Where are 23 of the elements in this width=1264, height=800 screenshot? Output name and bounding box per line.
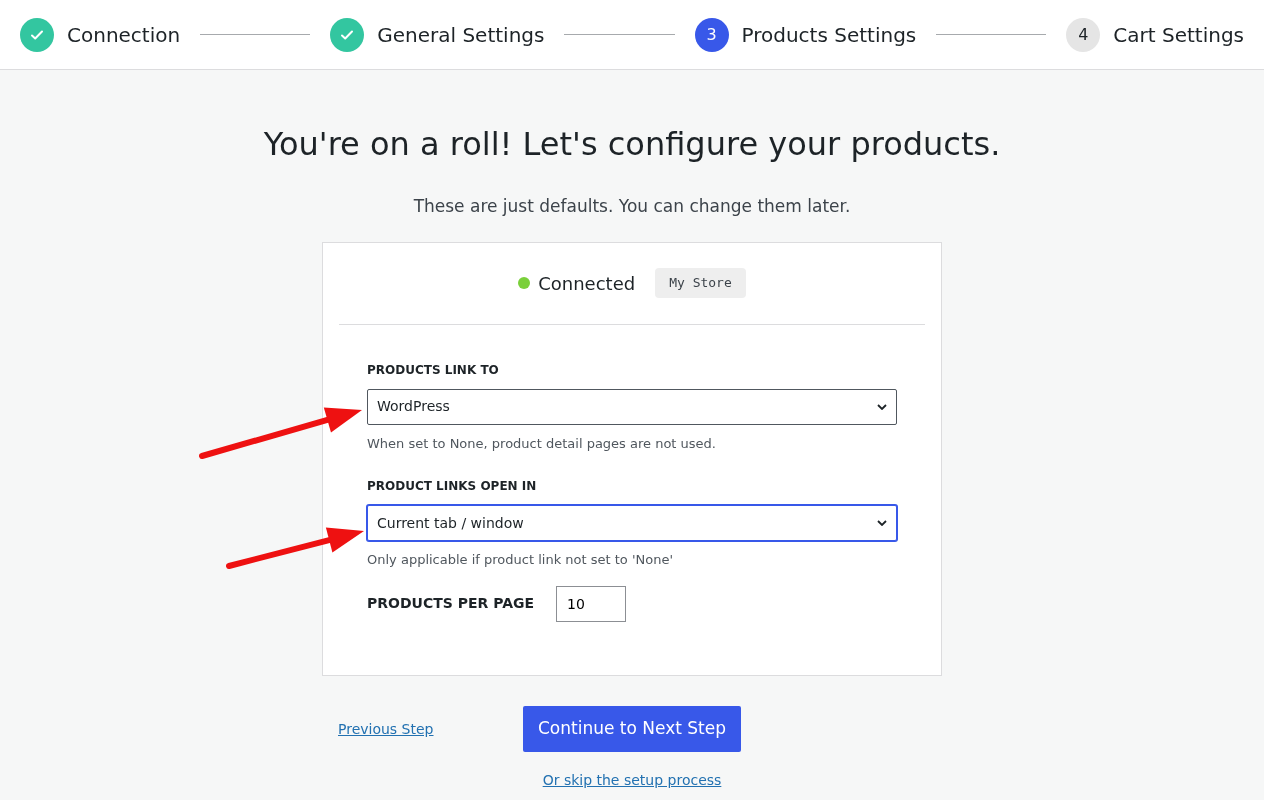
dropdown[interactable]: Current tab / window bbox=[367, 505, 897, 541]
skip-setup-link[interactable]: Or skip the setup process bbox=[542, 769, 722, 791]
previous-step-link[interactable]: Previous Step bbox=[338, 720, 434, 737]
dropdown[interactable]: WordPress bbox=[367, 388, 897, 425]
page-subheading: These are just defaults. You can change them later. bbox=[413, 195, 851, 218]
help-text: When set to None, product detail pages are not used. bbox=[367, 434, 717, 453]
page-heading: You're on a roll! Let's configure your products. bbox=[263, 124, 1001, 165]
step-number: 4 bbox=[1066, 17, 1101, 52]
step-number: 3 bbox=[694, 17, 729, 52]
step-label: General Settings bbox=[377, 21, 545, 49]
field-label: PRODUCT LINKS OPEN IN bbox=[367, 478, 538, 495]
field-label: PRODUCTS LINK TO bbox=[367, 361, 500, 379]
chevron-down-icon bbox=[877, 403, 887, 410]
step-label: Products Settings bbox=[741, 21, 917, 49]
step-label: Cart Settings bbox=[1113, 21, 1244, 49]
step-label: Connection bbox=[67, 21, 181, 49]
field-label: PRODUCTS PER PAGE bbox=[367, 594, 535, 613]
help-text: Only applicable if product link not set to 'None' bbox=[367, 551, 674, 569]
next-step-button[interactable]: Continue to Next Step bbox=[523, 705, 741, 752]
connection-status: Connected bbox=[538, 271, 636, 296]
chevron-down-icon bbox=[877, 520, 887, 526]
products-per-page-input[interactable]: 10 bbox=[556, 585, 627, 622]
store-name: My Store bbox=[655, 268, 746, 298]
